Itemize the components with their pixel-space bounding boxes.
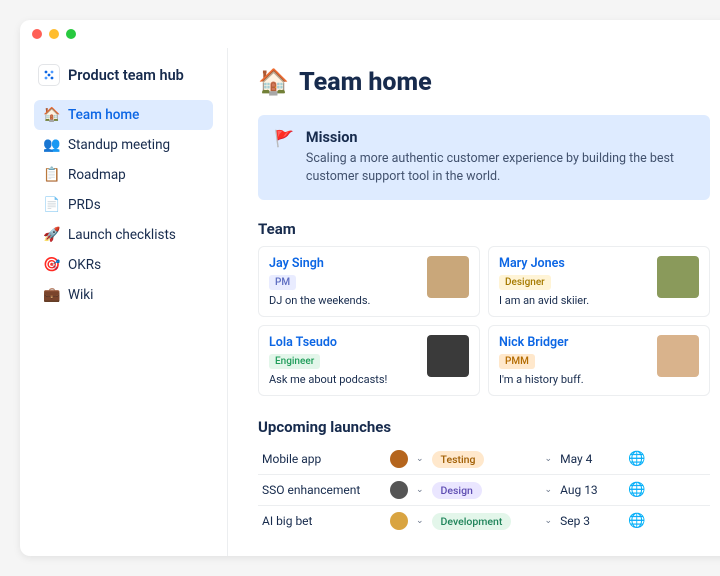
window-close-icon[interactable] (32, 29, 42, 39)
page-title-icon: 🏠 (258, 68, 289, 97)
role-badge: PMM (499, 354, 535, 369)
launch-name: Mobile app (262, 452, 382, 466)
nav-label: Standup meeting (68, 137, 170, 153)
launches-list: Mobile app ⌄ Testing ⌄ May 4 🌐 SSO enhan… (258, 444, 710, 536)
sidebar-item-prds[interactable]: 📄 PRDs (34, 190, 213, 220)
launch-date: Aug 13 (560, 483, 598, 497)
nav-label: Team home (68, 107, 139, 123)
chevron-down-icon[interactable]: ⌄ (416, 516, 424, 526)
nav-icon: 🎯 (43, 257, 59, 273)
nav-icon: 🚀 (43, 227, 59, 243)
globe-icon[interactable]: 🌐 (628, 451, 645, 467)
launches-section-title: Upcoming launches (258, 418, 710, 436)
workspace-name: Product team hub (68, 67, 184, 84)
chevron-down-icon[interactable]: ⌄ (545, 516, 553, 526)
page-title-text: Team home (299, 68, 432, 97)
chevron-down-icon[interactable]: ⌄ (416, 454, 424, 464)
nav-label: Launch checklists (68, 227, 176, 243)
avatar (427, 256, 469, 298)
sidebar-item-wiki[interactable]: 💼 Wiki (34, 280, 213, 310)
window-maximize-icon[interactable] (66, 29, 76, 39)
sidebar: Product team hub 🏠 Team home 👥 Standup meet… (20, 48, 228, 556)
team-member-name: Lola Tseudo (269, 335, 417, 350)
nav-icon: 📄 (43, 197, 59, 213)
team-member-name: Nick Bridger (499, 335, 647, 350)
mission-body: Scaling a more authentic customer experi… (306, 150, 694, 186)
globe-icon[interactable]: 🌐 (628, 513, 645, 529)
launch-row[interactable]: SSO enhancement ⌄ Design ⌄ Aug 13 🌐 (258, 475, 710, 506)
avatar (657, 256, 699, 298)
sidebar-nav: 🏠 Team home 👥 Standup meeting 📋 Roadmap 📄 PRDs 🚀… (34, 100, 213, 310)
team-card[interactable]: Mary Jones Designer I am an avid skiier. (488, 246, 710, 317)
status-badge: Testing (432, 451, 485, 468)
launch-row[interactable]: Mobile app ⌄ Testing ⌄ May 4 🌐 (258, 444, 710, 475)
sidebar-item-team-home[interactable]: 🏠 Team home (34, 100, 213, 130)
avatar (390, 512, 408, 530)
sidebar-item-okrs[interactable]: 🎯 OKRs (34, 250, 213, 280)
team-section-title: Team (258, 220, 710, 238)
nav-icon: 👥 (43, 137, 59, 153)
app-window: Product team hub 🏠 Team home 👥 Standup meet… (20, 20, 720, 556)
team-card[interactable]: Jay Singh PM DJ on the weekends. (258, 246, 480, 317)
team-member-name: Jay Singh (269, 256, 417, 271)
nav-label: OKRs (68, 257, 101, 273)
team-member-bio: I'm a history buff. (499, 373, 647, 386)
team-card[interactable]: Lola Tseudo Engineer Ask me about podcas… (258, 325, 480, 396)
chevron-down-icon[interactable]: ⌄ (416, 485, 424, 495)
window-titlebar (20, 20, 720, 48)
role-badge: Designer (499, 275, 551, 290)
nav-icon: 💼 (43, 287, 59, 303)
launch-row[interactable]: AI big bet ⌄ Development ⌄ Sep 3 🌐 (258, 506, 710, 536)
team-member-bio: Ask me about podcasts! (269, 373, 417, 386)
status-badge: Design (432, 482, 482, 499)
avatar (390, 450, 408, 468)
workspace-icon (38, 64, 60, 86)
mission-banner: 🚩 Mission Scaling a more authentic custo… (258, 115, 710, 200)
sidebar-item-roadmap[interactable]: 📋 Roadmap (34, 160, 213, 190)
chevron-down-icon[interactable]: ⌄ (545, 485, 553, 495)
mission-icon: 🚩 (274, 129, 294, 186)
nav-icon: 🏠 (43, 107, 59, 123)
launch-name: SSO enhancement (262, 483, 382, 497)
role-badge: PM (269, 275, 296, 290)
nav-label: PRDs (68, 197, 101, 213)
sidebar-item-standup-meeting[interactable]: 👥 Standup meeting (34, 130, 213, 160)
launch-name: AI big bet (262, 514, 382, 528)
nav-label: Wiki (68, 287, 93, 303)
avatar (390, 481, 408, 499)
window-minimize-icon[interactable] (49, 29, 59, 39)
launch-date: May 4 (560, 452, 592, 466)
globe-icon[interactable]: 🌐 (628, 482, 645, 498)
launch-date: Sep 3 (560, 514, 590, 528)
team-card[interactable]: Nick Bridger PMM I'm a history buff. (488, 325, 710, 396)
nav-icon: 📋 (43, 167, 59, 183)
team-grid: Jay Singh PM DJ on the weekends. Mary Jo… (258, 246, 710, 396)
team-member-bio: I am an avid skiier. (499, 294, 647, 307)
main-content: 🏠 Team home 🚩 Mission Scaling a more aut… (228, 48, 720, 556)
avatar (657, 335, 699, 377)
team-member-name: Mary Jones (499, 256, 647, 271)
sidebar-item-launch-checklists[interactable]: 🚀 Launch checklists (34, 220, 213, 250)
team-member-bio: DJ on the weekends. (269, 294, 417, 307)
chevron-down-icon[interactable]: ⌄ (545, 454, 553, 464)
avatar (427, 335, 469, 377)
role-badge: Engineer (269, 354, 320, 369)
page-title: 🏠 Team home (258, 68, 710, 97)
nav-label: Roadmap (68, 167, 126, 183)
status-badge: Development (432, 513, 512, 530)
mission-title: Mission (306, 129, 694, 146)
workspace-header[interactable]: Product team hub (34, 58, 213, 100)
